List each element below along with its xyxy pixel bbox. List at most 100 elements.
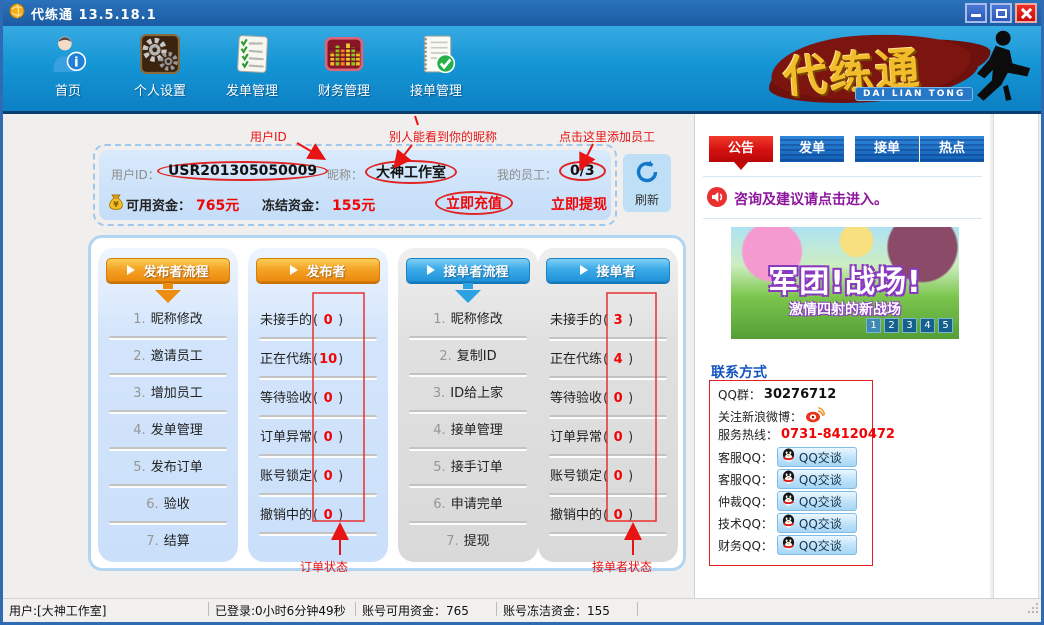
taker-header: 接单者: [546, 258, 670, 282]
banner-page[interactable]: 4: [920, 318, 935, 333]
toolbar-finance[interactable]: 财务管理: [305, 32, 383, 108]
refresh-button[interactable]: 刷新: [623, 154, 671, 212]
status-row[interactable]: 未接手的(3): [538, 302, 678, 341]
gears-icon: [138, 32, 182, 76]
toolbar-post-orders[interactable]: 发单管理: [213, 32, 291, 108]
column-taker-status: 接单者 未接手的(3) 正在代练(4) 等待验收(0) 订单异常(0) 账号锁定…: [538, 248, 678, 562]
ad-banner[interactable]: 军团!战场! 激情四射的新战场 1 2 3 4 5: [731, 227, 959, 339]
svg-text:i: i: [74, 55, 79, 71]
home-person-icon: i: [46, 32, 90, 76]
banner-page[interactable]: 5: [938, 318, 953, 333]
flow-step: 2.邀请员工: [98, 340, 238, 377]
banner-title: 军团!战场!: [731, 257, 959, 301]
publisher-flow-header: 发布者流程: [106, 258, 230, 282]
status-row[interactable]: 未接手的(0): [248, 302, 388, 341]
contact-box: QQ群： 30276712 关注新浪微博： 服务热线： 0731-8412047…: [709, 380, 873, 566]
qq-group-label: QQ群：: [718, 386, 761, 403]
user-id-label: 用户ID：: [111, 166, 160, 183]
withdraw-link[interactable]: 立即提现: [551, 194, 607, 214]
status-row[interactable]: 订单异常(0): [538, 419, 678, 458]
qq-row-label: 客服QQ：: [718, 471, 773, 488]
frozen-funds-label: 冻结资金：: [262, 195, 327, 214]
banner-pager: 1 2 3 4 5: [866, 318, 953, 333]
tab-announcement[interactable]: 公告: [709, 136, 773, 162]
status-row[interactable]: 等待验收(0): [248, 380, 388, 419]
maximize-button[interactable]: [990, 3, 1012, 23]
recharge-link[interactable]: 立即充值: [435, 191, 513, 215]
tab-post-order[interactable]: 发单: [780, 136, 844, 162]
status-row[interactable]: 等待验收(0): [538, 380, 678, 419]
status-row[interactable]: 正在代练(10): [248, 341, 388, 380]
kicking-figure-icon: [949, 27, 1033, 115]
main-area: 用户ID 别人能看到你的昵称 点击这里添加员工 订单状态 接单者状态 用户ID：: [3, 114, 1041, 598]
toolbar-personal-settings[interactable]: 个人设置: [121, 32, 199, 108]
annotation-taker-status: 接单者状态: [592, 558, 652, 575]
banner-page[interactable]: 2: [884, 318, 899, 333]
qq-row-label: 技术QQ：: [718, 515, 773, 532]
qq-row-label: 仲裁QQ：: [718, 493, 773, 510]
flow-step: 2.复制ID: [398, 340, 538, 377]
minimize-button[interactable]: [965, 3, 987, 23]
annotation-nickname: 别人能看到你的昵称: [389, 128, 497, 145]
status-frozen-funds: 账号冻洁资金：155: [503, 602, 610, 619]
toolbar-home[interactable]: i 首页: [29, 32, 107, 108]
publisher-header: 发布者: [256, 258, 380, 282]
tab-hot[interactable]: 热点: [920, 136, 984, 162]
status-row[interactable]: 正在代练(4): [538, 341, 678, 380]
frozen-funds-value: 155元: [332, 195, 375, 215]
flow-step: 1.昵称修改: [98, 303, 238, 340]
qq-penguin-icon: [782, 492, 795, 511]
status-row[interactable]: 撤销中的(0): [248, 497, 388, 536]
flow-step: 6.申请完单: [398, 488, 538, 525]
qq-penguin-icon: [782, 536, 795, 555]
hotline-label: 服务热线：: [718, 426, 778, 443]
weibo-icon[interactable]: [805, 406, 825, 427]
flow-step: 6.验收: [98, 488, 238, 525]
notice-link[interactable]: 咨询及建议请点击进入。: [707, 187, 888, 211]
play-icon: [427, 265, 435, 275]
hotline-value: 0731-84120472: [781, 427, 895, 442]
status-row[interactable]: 账号锁定(0): [248, 458, 388, 497]
status-bar: 用户:[大神工作室] 已登录:0小时6分钟49秒 账号可用资金：765 账号冻洁…: [3, 598, 1041, 619]
title-bar: 代练通 13.5.18.1: [3, 0, 1041, 26]
flow-step: 3.ID给上家: [398, 377, 538, 414]
employee-count[interactable]: 0/3: [559, 161, 606, 181]
flow-step: 4.发单管理: [98, 414, 238, 451]
user-info-panel: 用户ID： USR201305050009 昵称： 大神工作室 我的员工： 0/…: [93, 144, 617, 226]
status-row[interactable]: 撤销中的(0): [538, 497, 678, 536]
close-button[interactable]: [1015, 3, 1037, 23]
flow-step: 7.提现: [398, 525, 538, 562]
available-funds-label: 可用资金：: [126, 195, 191, 214]
status-user: 用户:[大神工作室]: [9, 602, 106, 619]
toolbar-take-orders[interactable]: 接单管理: [397, 32, 475, 108]
status-row[interactable]: 账号锁定(0): [538, 458, 678, 497]
nickname-label: 昵称：: [327, 166, 363, 183]
down-arrow-icon: [398, 283, 538, 303]
qq-group-value: 30276712: [764, 387, 836, 402]
notice-text: 咨询及建议请点击进入。: [734, 189, 888, 209]
app-icon: [9, 3, 25, 23]
qq-chat-button[interactable]: QQ交谈: [777, 491, 857, 511]
qq-chat-button[interactable]: QQ交谈: [777, 447, 857, 467]
qq-penguin-icon: [782, 470, 795, 489]
sidebar: 公告 发单 接单 热点 咨询及建议请点击进入。 军团!战场! 激情四射的新战场 …: [694, 114, 990, 598]
svg-text:¥: ¥: [113, 200, 119, 209]
qq-chat-button[interactable]: QQ交谈: [777, 469, 857, 489]
column-taker-flow: 接单者流程 1.昵称修改 2.复制ID 3.ID给上家 4.接单管理 5.接手订…: [398, 248, 538, 562]
qq-penguin-icon: [782, 514, 795, 533]
flow-step: 3.增加员工: [98, 377, 238, 414]
tab-take-order[interactable]: 接单: [855, 136, 919, 162]
annotation-employee: 点击这里添加员工: [559, 128, 655, 145]
status-row[interactable]: 订单异常(0): [248, 419, 388, 458]
contact-heading: 联系方式: [711, 362, 767, 382]
qq-chat-button[interactable]: QQ交谈: [777, 513, 857, 533]
resize-grip[interactable]: [1026, 602, 1039, 617]
qq-chat-button[interactable]: QQ交谈: [777, 535, 857, 555]
weibo-label: 关注新浪微博：: [718, 408, 802, 425]
money-bag-icon: ¥: [109, 194, 123, 214]
notebook-check-icon: [414, 32, 458, 76]
status-available-funds: 账号可用资金：765: [362, 602, 469, 619]
banner-page[interactable]: 1: [866, 318, 881, 333]
taker-flow-header: 接单者流程: [406, 258, 530, 282]
banner-page[interactable]: 3: [902, 318, 917, 333]
